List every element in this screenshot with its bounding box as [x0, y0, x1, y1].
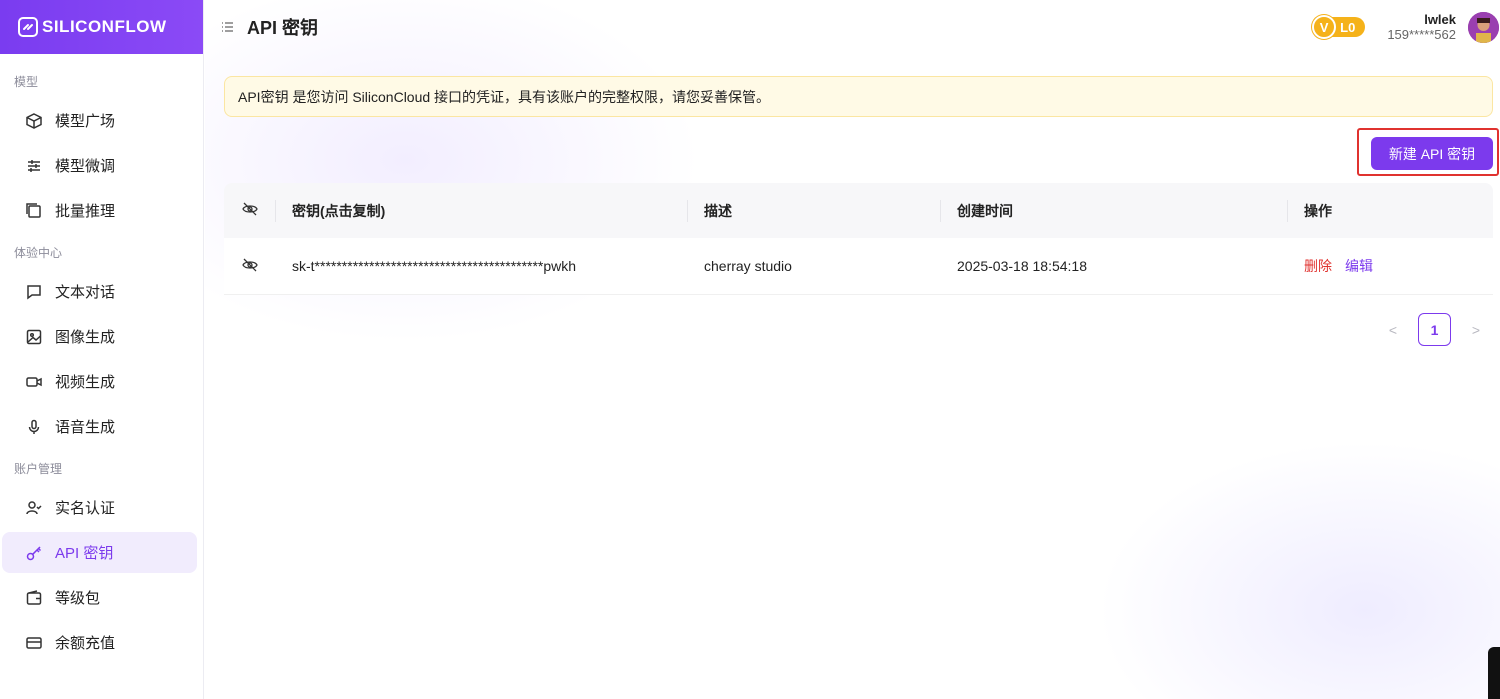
notice-banner: API密钥 是您访问 SiliconCloud 接口的凭证，具有该账户的完整权限…: [224, 76, 1493, 117]
sidebar-item-audio-gen[interactable]: 语音生成: [2, 406, 197, 447]
eye-off-icon: [242, 202, 258, 219]
api-key-table: 密钥(点击复制) 描述 创建时间 操作 sk-t****************…: [224, 183, 1493, 295]
cube-icon: [25, 112, 43, 130]
edit-link[interactable]: 编辑: [1345, 256, 1373, 276]
sidebar-item-video-gen[interactable]: 视频生成: [2, 361, 197, 402]
level-text: L0: [1340, 19, 1356, 35]
sidebar: SILICONFLOW 模型 模型广场 模型微调 批量推理 体验中心 文本对话 …: [0, 0, 204, 699]
table-row: sk-t************************************…: [224, 238, 1493, 295]
column-header-created: 创建时间: [941, 183, 1288, 238]
sidebar-item-label: 图像生成: [55, 329, 116, 346]
sidebar-item-label: 文本对话: [55, 284, 116, 301]
user-name: lwlek: [1424, 11, 1456, 27]
delete-link[interactable]: 删除: [1304, 256, 1332, 276]
sidebar-item-text-chat[interactable]: 文本对话: [2, 271, 197, 312]
pagination: < 1 >: [1381, 313, 1488, 346]
highlight-box: 新建 API 密钥: [1357, 128, 1499, 176]
user-check-icon: [25, 499, 43, 517]
sidebar-item-fine-tune[interactable]: 模型微调: [2, 145, 197, 186]
level-badge[interactable]: V L0: [1312, 15, 1366, 39]
column-header-key: 密钥(点击复制): [276, 183, 688, 238]
sidebar-item-label: 模型微调: [55, 158, 116, 175]
user-phone: 159*****562: [1387, 26, 1456, 42]
next-page-button[interactable]: >: [1464, 318, 1488, 342]
main-content: API 密钥 V L0 lwlek 159*****562 API密钥 是您访问…: [205, 0, 1500, 699]
sidebar-item-label: 视频生成: [55, 374, 116, 391]
table-header: 密钥(点击复制) 描述 创建时间 操作: [224, 183, 1493, 238]
sidebar-item-verification[interactable]: 实名认证: [2, 487, 197, 528]
batch-icon: [25, 202, 43, 220]
logo-icon: [18, 17, 38, 37]
sidebar-item-image-gen[interactable]: 图像生成: [2, 316, 197, 357]
sidebar-item-label: 余额充值: [55, 635, 116, 652]
section-label-models: 模型: [14, 74, 39, 89]
wallet-icon: [25, 589, 43, 607]
row-actions: 删除 编辑: [1288, 238, 1493, 294]
video-icon: [25, 373, 43, 391]
image-icon: [25, 328, 43, 346]
sidebar-item-label: 实名认证: [55, 500, 116, 517]
section-label-account: 账户管理: [14, 461, 63, 476]
notice-text: API密钥 是您访问 SiliconCloud 接口的凭证，具有该账户的完整权限…: [238, 88, 771, 105]
section-label-playground: 体验中心: [14, 245, 63, 260]
sidebar-item-model-square[interactable]: 模型广场: [2, 100, 197, 141]
avatar[interactable]: [1468, 11, 1499, 43]
key-icon: [25, 544, 43, 562]
mic-icon: [25, 418, 43, 436]
sidebar-item-batch[interactable]: 批量推理: [2, 190, 197, 231]
top-bar: API 密钥 V L0 lwlek 159*****562: [205, 0, 1500, 54]
chat-icon: [25, 283, 43, 301]
new-api-key-button[interactable]: 新建 API 密钥: [1371, 137, 1493, 170]
toggle-key-visibility[interactable]: [224, 238, 276, 294]
sidebar-item-label: API 密钥: [55, 545, 114, 562]
sliders-icon: [25, 157, 43, 175]
brand-logo[interactable]: SILICONFLOW: [0, 0, 203, 54]
floating-widget[interactable]: [1488, 647, 1500, 699]
eye-off-icon: [242, 258, 258, 275]
page-title: API 密钥: [247, 18, 319, 38]
column-header-description: 描述: [688, 183, 941, 238]
column-header-actions: 操作: [1304, 202, 1332, 219]
sidebar-item-label: 批量推理: [55, 203, 116, 220]
toggle-all-visibility[interactable]: [224, 183, 276, 238]
sidebar-item-label: 等级包: [55, 590, 101, 607]
prev-page-button[interactable]: <: [1381, 318, 1405, 342]
sidebar-item-recharge[interactable]: 余额充值: [2, 622, 197, 663]
sidebar-item-label: 模型广场: [55, 113, 116, 130]
card-icon: [25, 634, 43, 652]
api-key-value[interactable]: sk-t************************************…: [276, 238, 688, 294]
key-description: cherray studio: [704, 258, 792, 274]
brand-name: SILICONFLOW: [42, 17, 167, 36]
key-created-time: 2025-03-18 18:54:18: [957, 258, 1087, 274]
sidebar-item-label: 语音生成: [55, 419, 116, 436]
sidebar-item-api-keys[interactable]: API 密钥: [2, 532, 197, 573]
user-area: V L0 lwlek 159*****562: [1312, 0, 1500, 54]
sidebar-item-level-pack[interactable]: 等级包: [2, 577, 197, 618]
vip-icon: V: [1312, 15, 1337, 39]
user-info[interactable]: lwlek 159*****562: [1387, 12, 1456, 43]
page-1-button[interactable]: 1: [1418, 313, 1451, 346]
menu-collapse-icon[interactable]: [221, 20, 235, 34]
